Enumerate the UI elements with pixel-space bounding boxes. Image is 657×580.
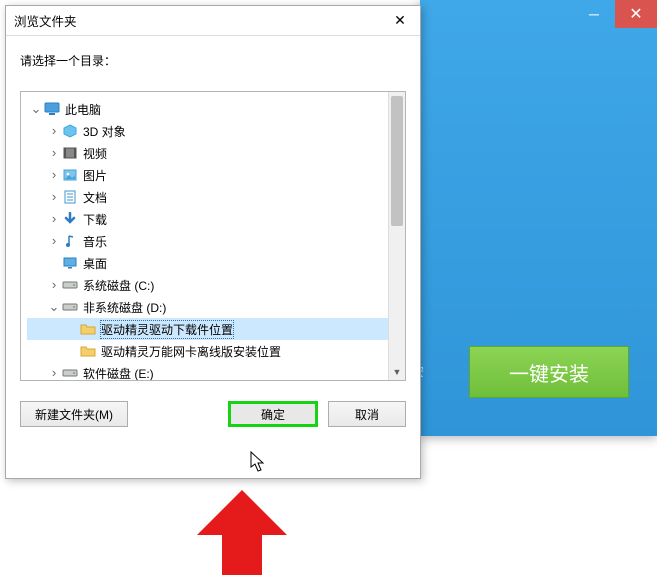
dialog-titlebar: 浏览文件夹 ✕ [6,6,420,36]
dialog-close-button[interactable]: ✕ [380,7,420,35]
folder-icon [79,323,97,335]
tree-node-pictures[interactable]: › 图片 [27,164,405,186]
dialog-button-row: 新建文件夹(M) 确定 取消 [6,391,420,441]
dialog-title: 浏览文件夹 [14,11,77,30]
tree-label: 图片 [83,167,107,184]
expand-toggle[interactable]: › [47,366,61,381]
tree-label: 视频 [83,145,107,162]
disk-icon [61,368,79,378]
tree-node-drive-e[interactable]: › 软件磁盘 (E:) [27,362,405,380]
tree-node-downloads[interactable]: › 下载 [27,208,405,230]
tree-label: 下载 [83,211,107,228]
tree-label: 系统磁盘 (C:) [83,277,154,294]
tree-node-desktop[interactable]: 桌面 [27,252,405,274]
tree-node-music[interactable]: › 音乐 [27,230,405,252]
expand-toggle[interactable]: ⌄ [47,300,61,315]
tree-label: 音乐 [83,233,107,250]
expand-toggle[interactable]: › [47,234,61,249]
scroll-thumb[interactable] [391,96,403,226]
expand-toggle[interactable]: › [47,168,61,183]
tree-node-folder-download-location[interactable]: 驱动精灵驱动下载件位置 [27,318,405,340]
tree-node-videos[interactable]: › 视频 [27,142,405,164]
disk-icon [61,302,79,312]
new-folder-button[interactable]: 新建文件夹(M) [20,401,128,427]
tree-scrollbar[interactable]: ▲ ▼ [388,92,405,380]
expand-toggle[interactable]: › [47,190,61,205]
desktop-icon [61,257,79,269]
bg-titlebar: ─ ✕ [420,0,657,28]
scroll-down-button[interactable]: ▼ [389,363,405,380]
tree-label: 驱动精灵万能网卡离线版安装位置 [101,343,281,360]
film-icon [61,146,79,160]
image-icon [61,168,79,182]
music-note-icon [61,234,79,248]
folder-tree: ⌄ 此电脑 › 3D 对象 › 视频 › 图片 › 文档 › 下载 › 音乐 桌面 › 系统磁… [20,91,406,381]
document-icon [61,190,79,204]
tree-label: 3D 对象 [83,123,126,140]
expand-toggle[interactable]: › [47,146,61,161]
tree-label: 桌面 [83,255,107,272]
download-arrow-icon [61,212,79,226]
tree-label: 此电脑 [65,101,101,118]
tree-label: 文档 [83,189,107,206]
tree-node-documents[interactable]: › 文档 [27,186,405,208]
browse-folder-dialog: 浏览文件夹 ✕ 请选择一个目录： ⌄ 此电脑 › 3D 对象 › 视频 › 图片 › 文… [5,5,421,479]
cube-icon [61,124,79,138]
pc-icon [43,102,61,116]
tree-label: 软件磁盘 (E:) [83,365,154,381]
tree-node-this-pc[interactable]: ⌄ 此电脑 [27,98,405,120]
dialog-prompt: 请选择一个目录： [6,36,420,77]
tree-node-drive-c[interactable]: › 系统磁盘 (C:) [27,274,405,296]
red-arrow-annotation-icon [192,490,292,580]
ok-button[interactable]: 确定 [228,401,318,427]
tree-node-folder-offline-install[interactable]: 驱动精灵万能网卡离线版安装位置 [27,340,405,362]
expand-toggle[interactable]: › [47,124,61,139]
expand-toggle[interactable]: ⌄ [29,102,43,117]
disk-icon [61,280,79,290]
expand-toggle[interactable]: › [47,278,61,293]
tree-label: 驱动精灵驱动下载件位置 [101,321,233,338]
tree-node-drive-d[interactable]: ⌄ 非系统磁盘 (D:) [27,296,405,318]
background-installer-window: ─ ✕ 安 一键安装 [420,0,657,436]
bg-close-button[interactable]: ✕ [615,0,657,28]
one-click-install-button[interactable]: 一键安装 [469,346,629,398]
bg-minimize-button[interactable]: ─ [573,0,615,28]
cancel-button[interactable]: 取消 [328,401,406,427]
folder-icon [79,345,97,357]
tree-label: 非系统磁盘 (D:) [83,299,166,316]
expand-toggle[interactable]: › [47,212,61,227]
tree-node-3d[interactable]: › 3D 对象 [27,120,405,142]
